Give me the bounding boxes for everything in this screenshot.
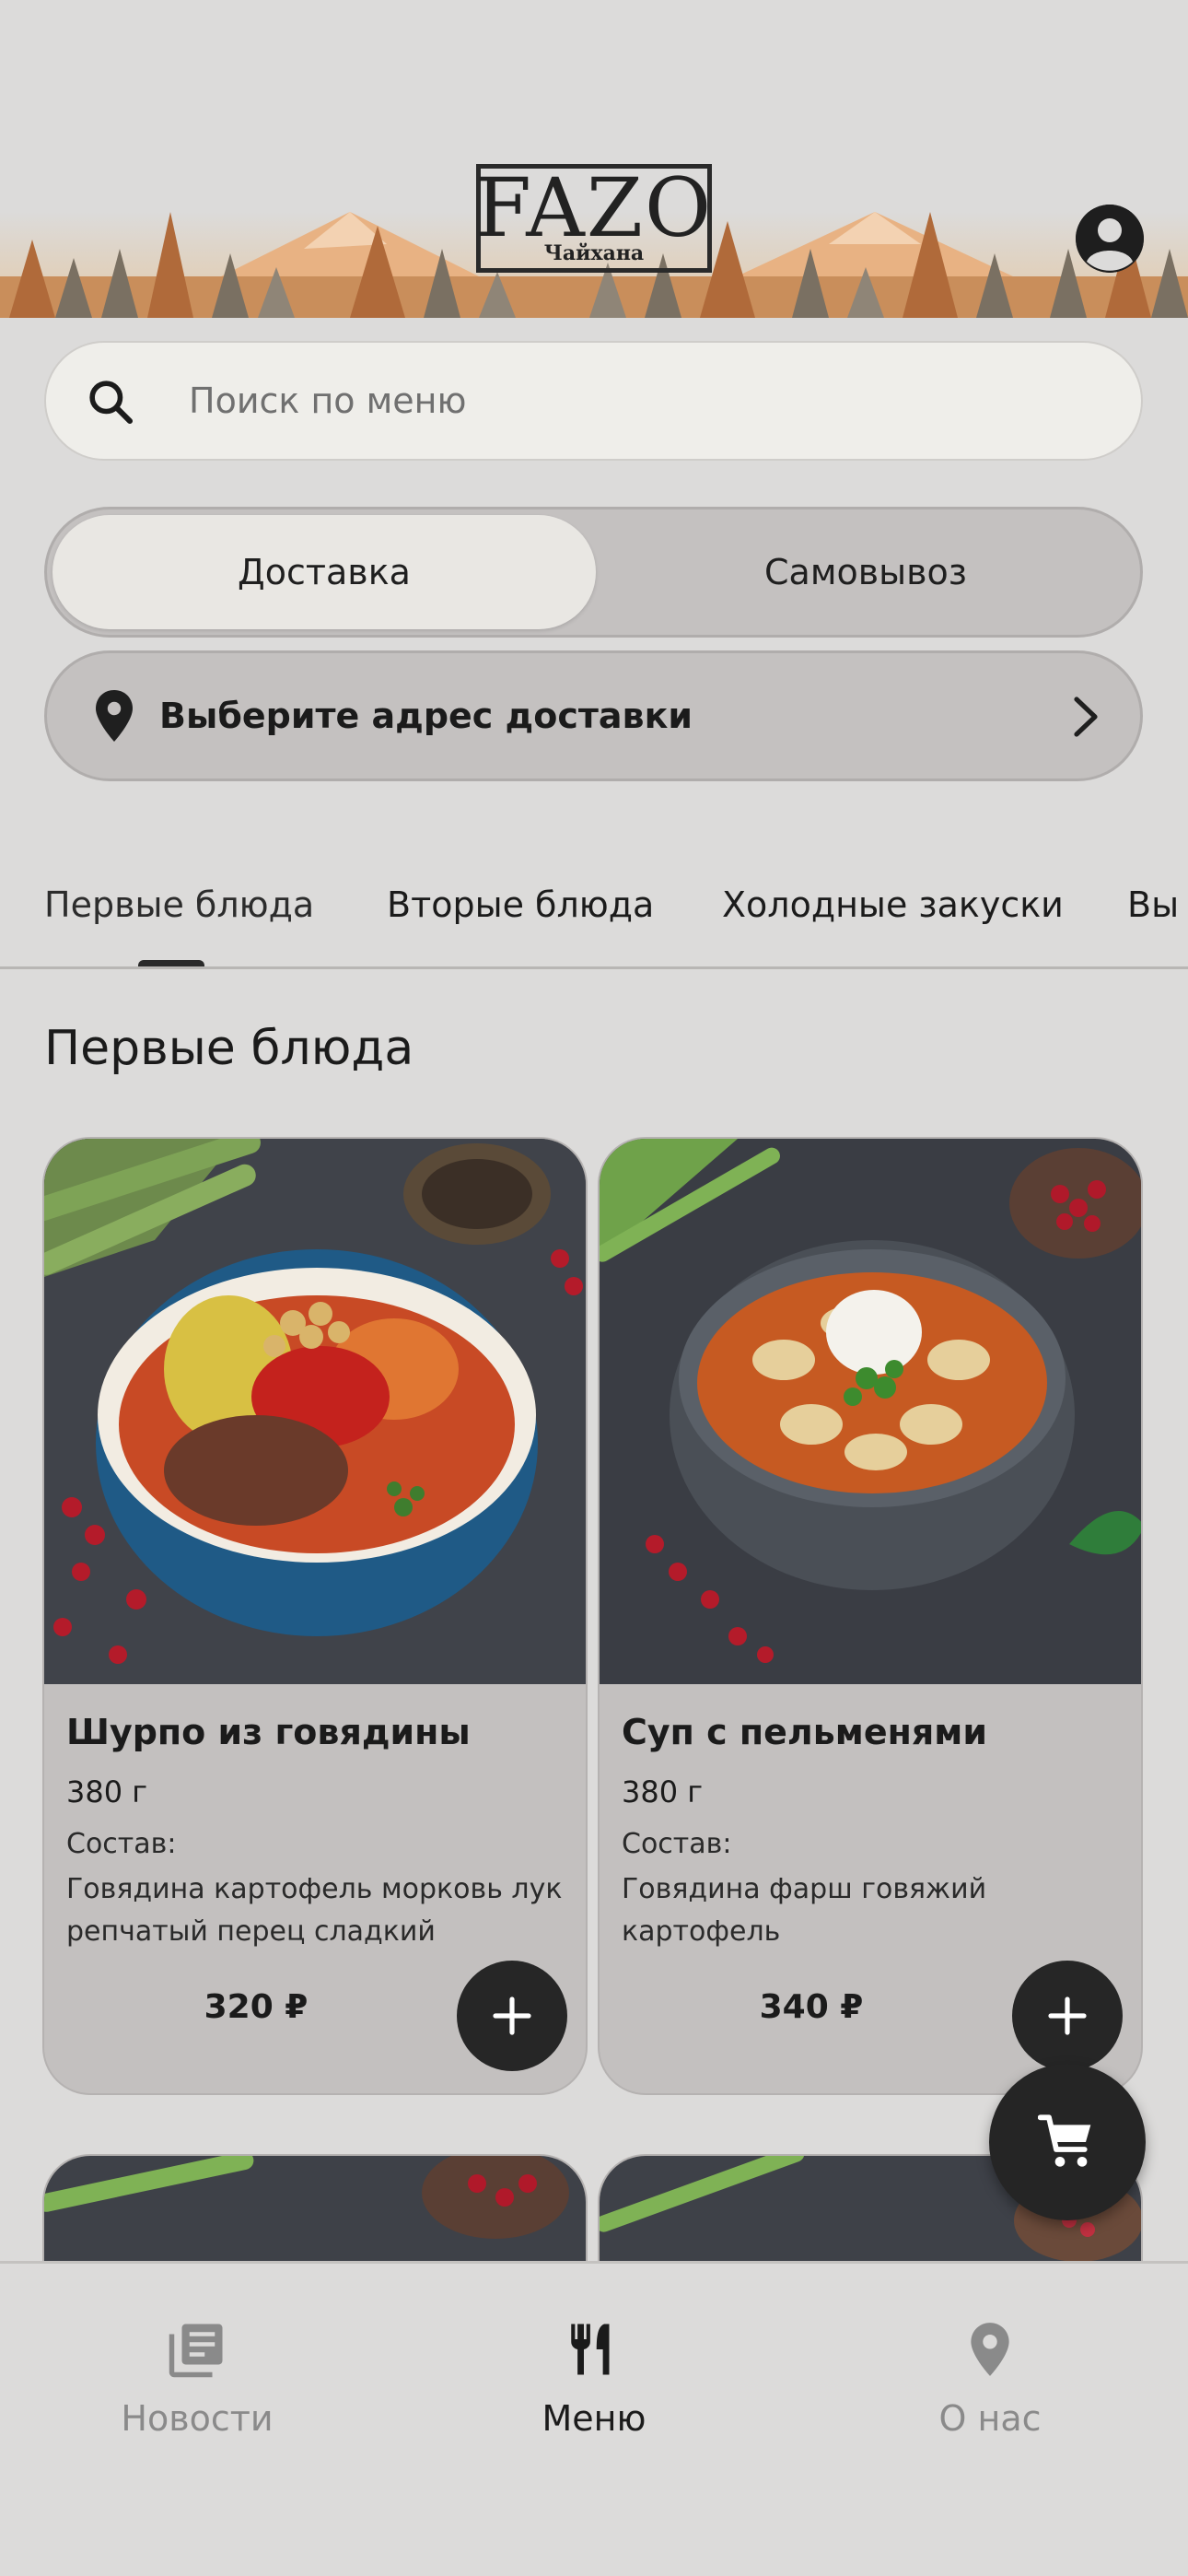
brand-logo[interactable]: FAZO Чайхана: [474, 160, 714, 273]
user-avatar-icon: [1076, 205, 1144, 273]
search-bar[interactable]: [44, 341, 1143, 461]
nav-menu[interactable]: Меню: [456, 2319, 732, 2439]
bottom-navigation: Новости Меню О нас: [0, 2261, 1188, 2576]
nav-menu-label: Меню: [542, 2398, 646, 2439]
search-input[interactable]: [189, 343, 1091, 459]
nav-news[interactable]: Новости: [59, 2319, 335, 2439]
address-label: Выберите адрес доставки: [159, 696, 693, 736]
nav-news-label: Новости: [121, 2398, 274, 2439]
composition-label: Состав:: [622, 1828, 732, 1860]
composition-label: Состав:: [66, 1828, 177, 1860]
delivery-option-button[interactable]: Доставка: [52, 515, 596, 629]
product-composition: Говядина фарш говяжий картофель: [622, 1873, 987, 1948]
product-price: 320 ₽: [204, 1988, 309, 2026]
chevron-right-icon: [1074, 697, 1098, 737]
nav-about-label: О нас: [938, 2398, 1042, 2439]
add-to-cart-button[interactable]: [457, 1961, 567, 2071]
cart-button[interactable]: [989, 2064, 1146, 2220]
product-photo: [44, 1139, 586, 1684]
product-composition: Говядина картофель морковь лук репчатый …: [66, 1873, 563, 1948]
delivery-mode-toggle: Доставка Самовывоз: [44, 507, 1143, 638]
active-tab-indicator: [138, 960, 204, 966]
tab-first-courses[interactable]: Первые блюда: [44, 884, 314, 925]
product-weight: 380 г: [66, 1774, 148, 1809]
product-name: Шурпо из говядины: [66, 1712, 471, 1752]
tab-second-courses[interactable]: Вторые блюда: [387, 884, 654, 925]
product-card[interactable]: Шурпо из говядины 380 г Состав: Говядина…: [42, 1137, 588, 2095]
tab-baked-goods[interactable]: Вы: [1127, 884, 1179, 925]
add-to-cart-button[interactable]: [1012, 1961, 1123, 2071]
product-photo: [600, 1139, 1141, 1684]
brand-name: FAZO: [474, 160, 714, 255]
tab-cold-appetizers[interactable]: Холодные закуски: [722, 884, 1064, 925]
app-header: FAZO Чайхана: [0, 0, 1188, 318]
delivery-address-selector[interactable]: Выберите адрес доставки: [44, 650, 1143, 781]
plus-icon: [493, 1996, 531, 2035]
nav-about[interactable]: О нас: [852, 2319, 1128, 2439]
location-pin-icon: [971, 2323, 1009, 2376]
location-pin-icon: [96, 690, 133, 742]
section-title: Первые блюда: [44, 1021, 414, 1076]
plus-icon: [1048, 1996, 1087, 2035]
product-weight: 380 г: [622, 1774, 704, 1809]
product-price: 340 ₽: [759, 1988, 864, 2026]
search-icon: [89, 381, 134, 425]
brand-subtitle: Чайхана: [543, 241, 645, 265]
pickup-option-button[interactable]: Самовывоз: [594, 515, 1137, 629]
category-tabs: Первые блюда Вторые блюда Холодные закус…: [0, 857, 1188, 969]
news-icon: [169, 2324, 223, 2378]
shopping-cart-icon: [1038, 2114, 1091, 2167]
menu-utensils-icon: [571, 2324, 610, 2375]
product-name: Суп с пельменями: [622, 1712, 987, 1752]
product-card[interactable]: Суп с пельменями 380 г Состав: Говядина …: [598, 1137, 1143, 2095]
profile-button[interactable]: [1076, 205, 1144, 273]
